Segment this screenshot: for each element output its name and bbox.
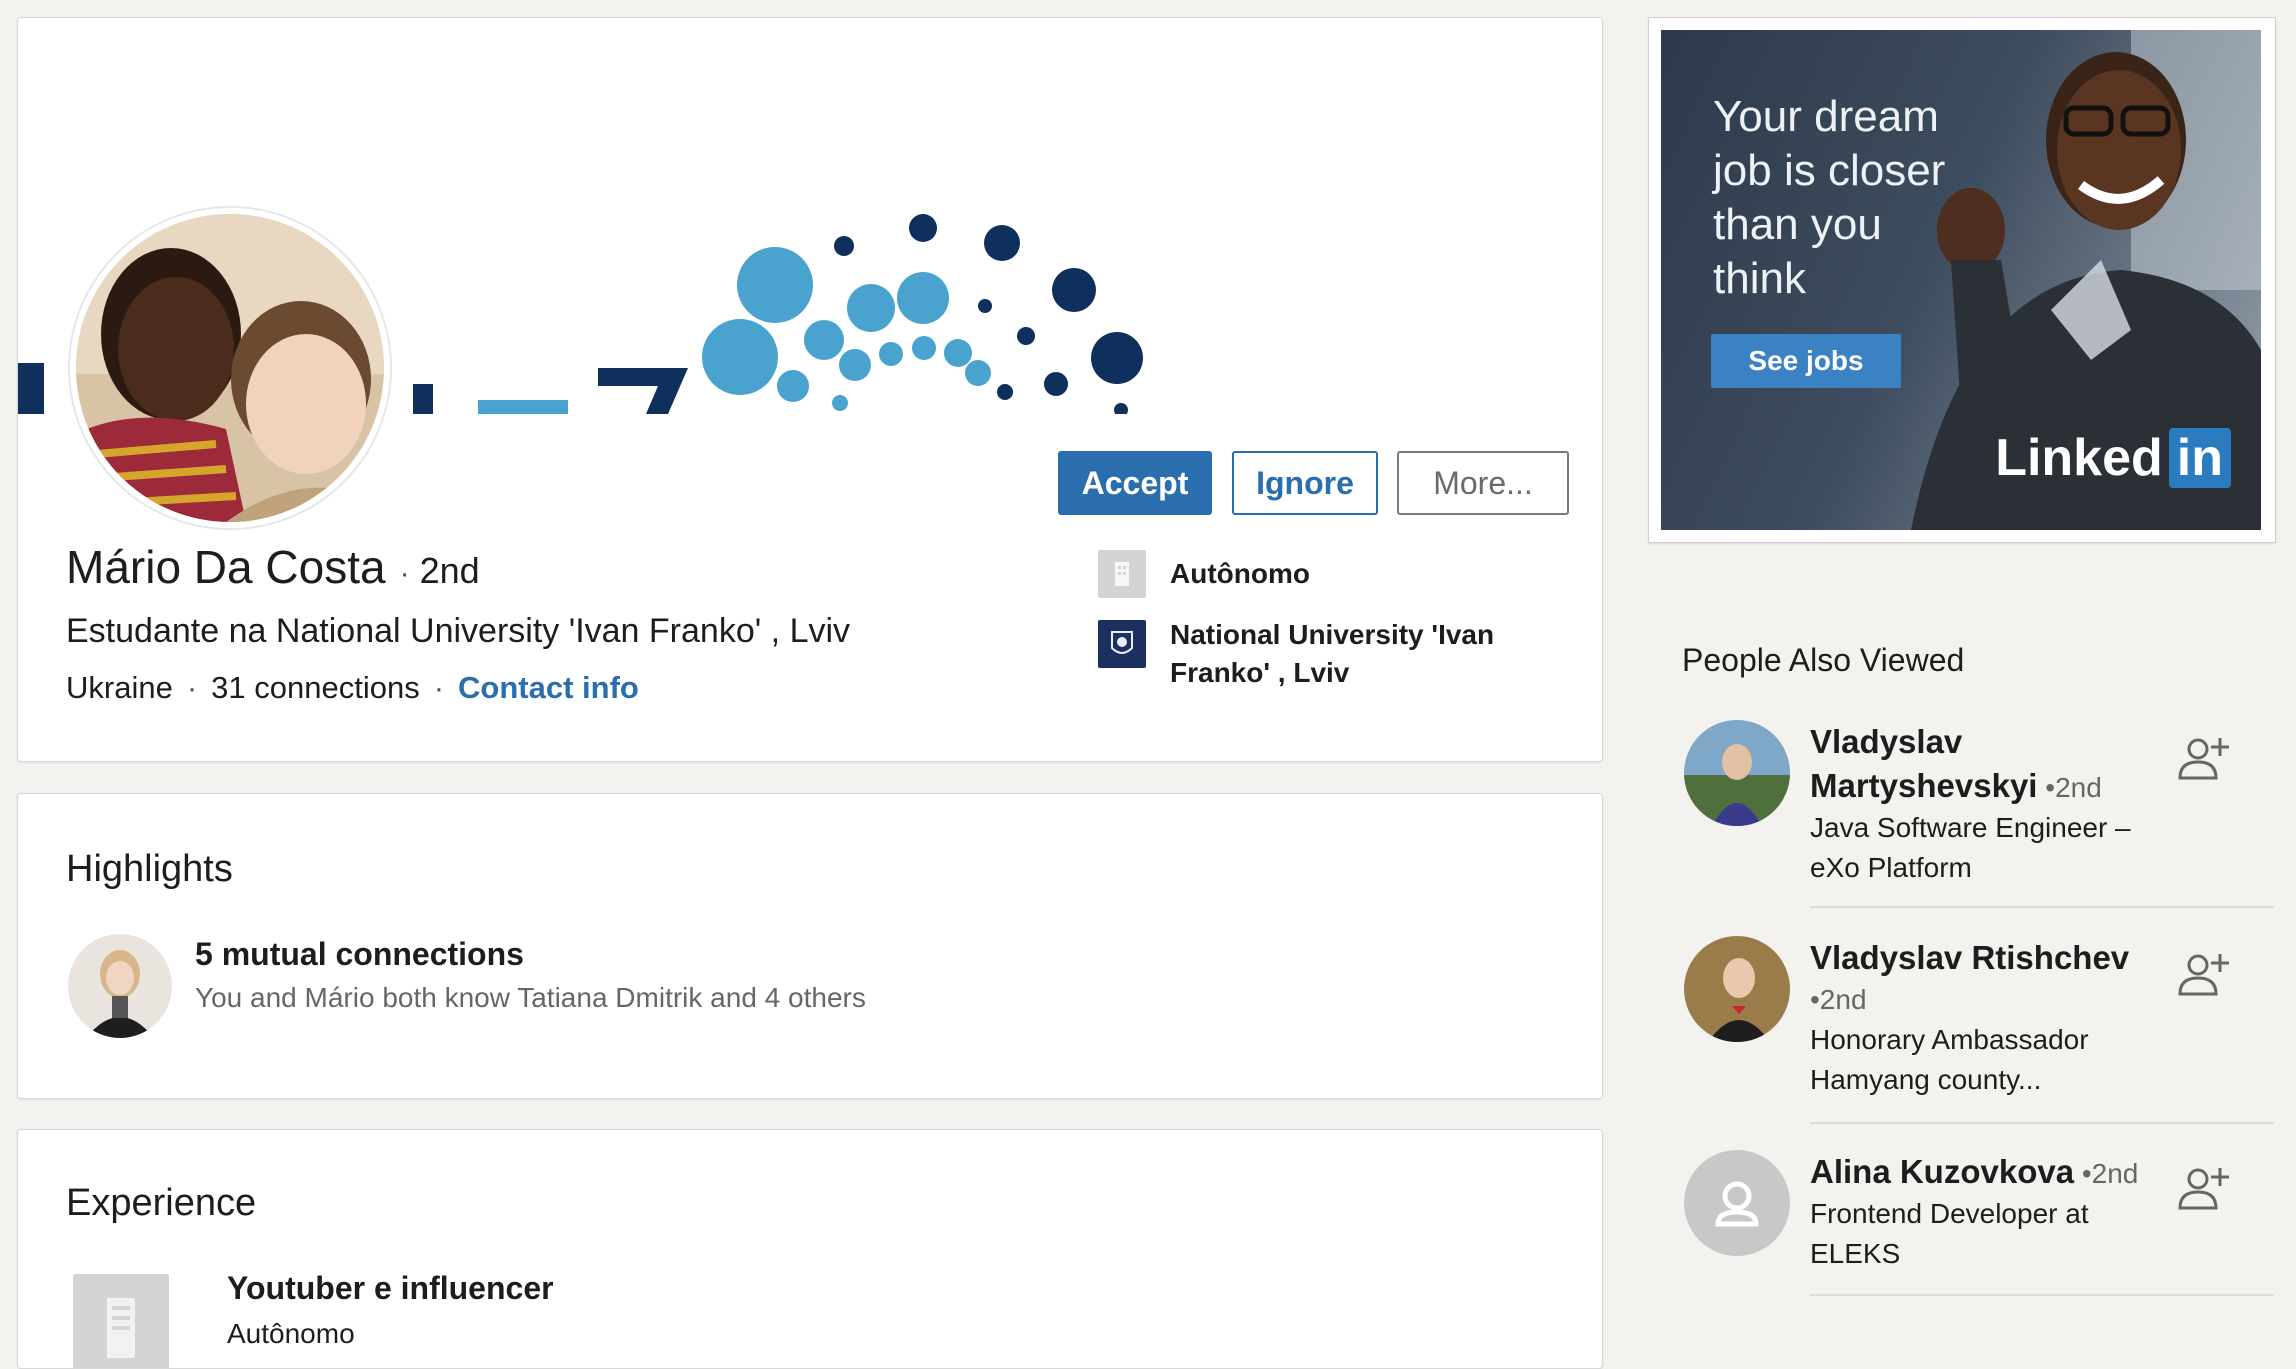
person-headline: Java Software Engineer – eXo Platform — [1810, 812, 2131, 883]
accept-button[interactable]: Accept — [1058, 451, 1212, 515]
school-name: National University 'Ivan Franko' , Lviv — [1170, 619, 1495, 688]
profile-photo — [76, 214, 384, 522]
person-name[interactable]: Alina Kuzovkova — [1810, 1153, 2074, 1190]
profile-location: Ukraine — [66, 670, 173, 705]
experience-title: Experience — [66, 1182, 257, 1224]
separator-dot: · — [399, 557, 410, 590]
person-info: Alina Kuzovkova •2nd Frontend Developer … — [1810, 1150, 2150, 1274]
person-degree: •2nd — [2045, 772, 2102, 803]
add-connection-icon[interactable] — [2176, 950, 2232, 1000]
person-degree: •2nd — [1810, 984, 1867, 1015]
profile-headline: Estudante na National University 'Ivan F… — [66, 612, 851, 650]
person-name[interactable]: Vladyslav Rtishchev — [1810, 939, 2129, 976]
job-title: Youtuber e influencer — [227, 1270, 554, 1306]
profile-card: Accept Ignore More... Mário Da Costa · 2… — [17, 17, 1603, 762]
connections-count[interactable]: 31 connections — [211, 670, 420, 706]
separator-dot: · — [186, 670, 198, 705]
more-button[interactable]: More... — [1397, 451, 1569, 515]
person-avatar[interactable] — [1684, 936, 1790, 1042]
person-info: Vladyslav Martyshevskyi •2nd Java Softwa… — [1810, 720, 2150, 888]
add-connection-icon[interactable] — [2176, 734, 2232, 784]
divider — [1810, 1122, 2274, 1124]
ignore-button[interactable]: Ignore — [1232, 451, 1378, 515]
ad-banner[interactable]: Your dream job is closer than you think … — [1661, 30, 2261, 530]
profile-name: Mário Da Costa — [66, 541, 386, 593]
default-person-icon — [1715, 1181, 1759, 1227]
linkedin-logo-in: in — [2168, 428, 2231, 488]
linkedin-ad[interactable]: Your dream job is closer than you think … — [1648, 17, 2276, 543]
company-building-icon — [73, 1274, 169, 1368]
mutual-connections-description: You and Mário both know Tatiana Dmitrik … — [195, 982, 866, 1013]
name-row: Mário Da Costa · 2nd — [66, 540, 480, 594]
add-connection-icon[interactable] — [2176, 1164, 2232, 1214]
experience-card: Experience Youtuber e influencer Autônom… — [17, 1129, 1603, 1369]
highlights-card: Highlights 5 mutual connections You and … — [17, 793, 1603, 1099]
person-avatar[interactable] — [1684, 1150, 1790, 1256]
see-jobs-button[interactable]: See jobs — [1711, 334, 1901, 388]
job-company: Autônomo — [227, 1318, 355, 1349]
university-crest-icon — [1098, 620, 1146, 668]
linkedin-logo-text: Linked — [1995, 429, 2163, 487]
person-avatar[interactable] — [1684, 720, 1790, 826]
profile-meta: Ukraine · 31 connections · Contact info — [66, 670, 639, 706]
divider — [1810, 906, 2274, 908]
ad-headline: Your dream job is closer than you think — [1713, 92, 1946, 303]
person-degree: •2nd — [2081, 1158, 2139, 1189]
highlights-title: Highlights — [66, 848, 233, 890]
mutual-connection-avatar[interactable] — [68, 934, 172, 1038]
separator-dot: · — [433, 670, 445, 705]
person-headline: Frontend Developer at ELEKS — [1810, 1198, 2089, 1269]
company-building-icon — [1098, 550, 1146, 598]
person-name[interactable]: Vladyslav Martyshevskyi — [1810, 723, 2037, 804]
person-info: Vladyslav Rtishchev •2nd Honorary Ambass… — [1810, 936, 2150, 1100]
person-headline: Honorary Ambassador Hamyang county... — [1810, 1024, 2089, 1095]
linkedin-logo: Linked in — [1995, 428, 2231, 488]
company-name: Autônomo — [1170, 558, 1310, 589]
divider — [1810, 1294, 2274, 1296]
profile-avatar[interactable] — [70, 208, 390, 528]
mutual-connection-photo — [68, 934, 172, 1038]
mutual-connections-title[interactable]: 5 mutual connections — [195, 936, 524, 973]
contact-info-link[interactable]: Contact info — [458, 670, 639, 706]
connection-degree: 2nd — [419, 550, 480, 591]
person-photo — [1684, 720, 1790, 826]
people-also-viewed-title: People Also Viewed — [1682, 642, 1965, 678]
person-photo — [1684, 936, 1790, 1042]
